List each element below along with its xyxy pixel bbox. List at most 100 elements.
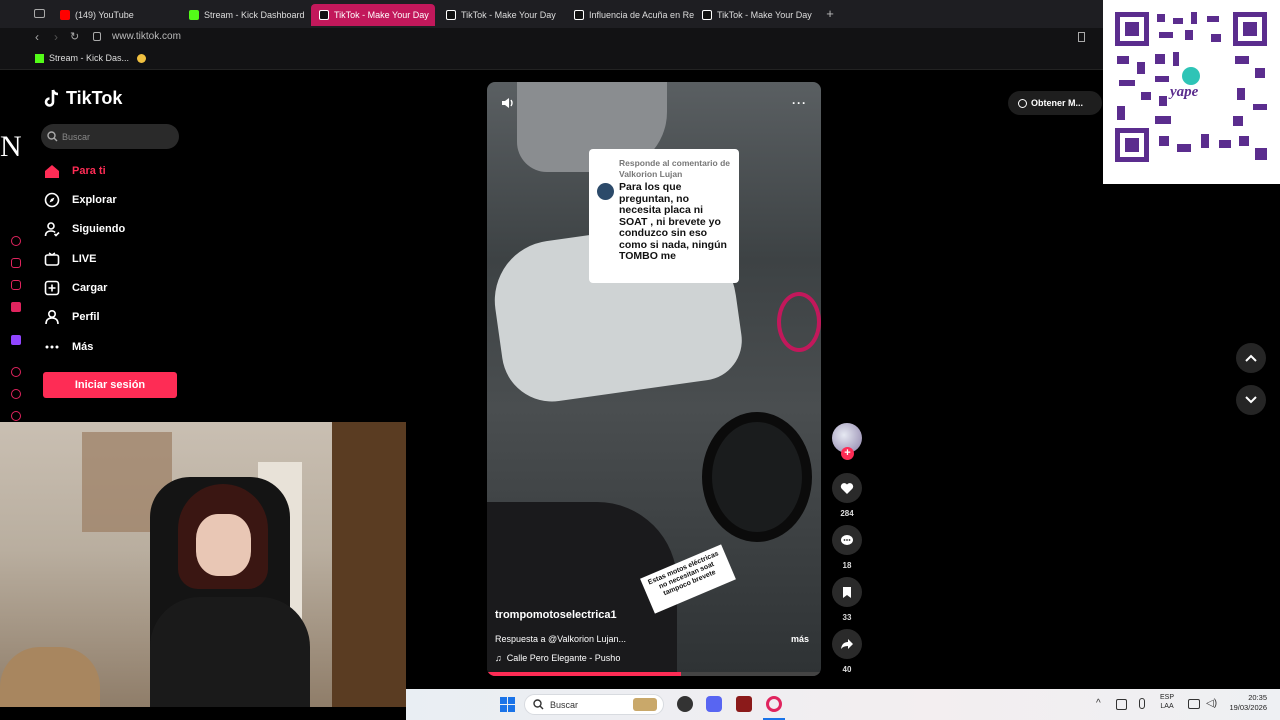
sidebar-app-icon[interactable] xyxy=(11,280,21,290)
discord-icon[interactable] xyxy=(706,696,722,712)
door-shape xyxy=(332,422,406,707)
nav-cargar[interactable]: Cargar xyxy=(44,277,107,299)
bookmark-icon[interactable] xyxy=(137,54,146,63)
microphone-icon[interactable] xyxy=(1139,698,1145,709)
save-button[interactable] xyxy=(832,577,862,607)
history-icon[interactable] xyxy=(11,389,21,399)
comment-header: Responde al comentario de Valkorion Luja… xyxy=(619,158,730,179)
tray-chevron-icon[interactable]: ^ xyxy=(1096,698,1101,709)
video-username[interactable]: trompomotoselectrica1 xyxy=(495,609,617,621)
nav-live[interactable]: LIVE xyxy=(44,248,96,270)
login-button[interactable]: Iniciar sesión xyxy=(43,372,177,398)
webcam-overlay xyxy=(0,422,406,707)
more-icon xyxy=(44,339,60,355)
comment-count: 18 xyxy=(842,561,852,570)
tab-kick[interactable]: Stream - Kick Dashboard xyxy=(181,4,309,26)
qr-overlay: yape xyxy=(1103,0,1280,184)
taskbar-search[interactable]: Buscar xyxy=(524,694,664,715)
tab-tiktok-active[interactable]: TikTok - Make Your Day xyxy=(311,4,435,26)
tab-overview-icon[interactable] xyxy=(34,9,45,18)
tiktok-icon xyxy=(446,10,456,20)
progress-fill xyxy=(487,672,681,676)
tab-influencia[interactable]: Influencia de Acuña en Re xyxy=(566,4,694,26)
live-icon xyxy=(44,251,60,267)
previous-video-button[interactable] xyxy=(1236,343,1266,373)
like-button[interactable] xyxy=(832,473,862,503)
address-bar: ‹ › ↻ www.tiktok.com xyxy=(0,28,1280,48)
profile-icon xyxy=(44,309,60,325)
body-shape xyxy=(150,597,310,707)
upload-icon xyxy=(44,280,60,296)
sidebar-app-icon[interactable] xyxy=(11,236,21,246)
bookmark-icon xyxy=(843,586,851,598)
video-options-icon[interactable]: ··· xyxy=(792,96,807,110)
pin-icon[interactable] xyxy=(1078,32,1085,42)
comment-icon xyxy=(841,534,853,545)
url-field[interactable]: www.tiktok.com xyxy=(112,31,181,42)
nav-perfil[interactable]: Perfil xyxy=(44,306,100,328)
follow-button[interactable]: + xyxy=(841,447,854,460)
nav-siguiendo[interactable]: Siguiendo xyxy=(44,218,125,240)
opera-gx-icon[interactable] xyxy=(766,696,782,712)
volume-tray-icon[interactable]: ◁) xyxy=(1206,698,1217,709)
nav-para-ti[interactable]: Para ti xyxy=(44,160,106,182)
youtube-icon xyxy=(60,10,70,20)
forward-icon[interactable]: › xyxy=(54,30,58,44)
lock-icon xyxy=(93,32,101,41)
video-caption: Respuesta a @Valkorion Lujan... xyxy=(495,634,627,644)
bookmark-kick[interactable]: Stream - Kick Das... xyxy=(35,53,129,63)
tab-bar: (149) YouTube Stream - Kick Dashboard Ti… xyxy=(0,0,1280,28)
nav-explorar[interactable]: Explorar xyxy=(44,189,117,211)
back-icon[interactable]: ‹ xyxy=(35,30,39,44)
progress-track[interactable] xyxy=(487,672,821,676)
comment-text: Para los que preguntan, no necesita plac… xyxy=(619,181,727,262)
player-icon[interactable] xyxy=(11,367,21,377)
comment-button[interactable] xyxy=(832,525,862,555)
twitch-icon[interactable] xyxy=(11,335,21,345)
search-input[interactable]: Buscar xyxy=(62,132,90,142)
get-app-button[interactable]: Obtener M... xyxy=(1008,91,1102,115)
app-icon xyxy=(1018,98,1027,108)
caption-more-link[interactable]: más xyxy=(791,634,809,644)
tab-tiktok[interactable]: TikTok - Make Your Day xyxy=(694,4,822,26)
tray-app-icon[interactable] xyxy=(1116,699,1127,710)
search-bar[interactable]: Buscar xyxy=(41,124,179,149)
network-icon[interactable] xyxy=(1188,699,1200,709)
settings-icon[interactable] xyxy=(11,411,21,421)
heart-icon xyxy=(840,482,854,494)
tiktok-icon xyxy=(574,10,584,20)
like-count: 284 xyxy=(840,509,854,518)
volume-icon[interactable] xyxy=(501,96,515,108)
reload-icon[interactable]: ↻ xyxy=(70,30,79,43)
clock[interactable]: 20:35 19/03/2026 xyxy=(1223,693,1267,713)
stream-overlay-letter: N xyxy=(0,130,22,163)
search-icon xyxy=(47,131,58,142)
share-icon xyxy=(841,639,853,649)
share-count: 40 xyxy=(842,665,852,674)
comment-reply-card: Responde al comentario de Valkorion Luja… xyxy=(589,149,739,283)
music-note-icon: ♫ xyxy=(495,653,502,663)
search-icon xyxy=(533,699,544,710)
dog-shape xyxy=(0,647,100,707)
following-icon xyxy=(44,221,60,237)
app-icon[interactable] xyxy=(736,696,752,712)
video-player[interactable]: ··· Responde al comentario de Valkorion … xyxy=(487,82,821,676)
tab-youtube[interactable]: (149) YouTube xyxy=(52,4,180,26)
new-tab-button[interactable]: + xyxy=(823,7,837,21)
chevron-down-icon xyxy=(1245,396,1257,404)
tiktok-logo[interactable]: TikTok xyxy=(44,88,122,109)
search-highlight-icon xyxy=(633,698,657,711)
nav-mas[interactable]: Más xyxy=(44,336,93,358)
next-video-button[interactable] xyxy=(1236,385,1266,415)
tiktok-icon xyxy=(319,10,329,20)
share-button[interactable] xyxy=(832,629,862,659)
obs-icon[interactable] xyxy=(677,696,693,712)
tab-tiktok[interactable]: TikTok - Make Your Day xyxy=(438,4,566,26)
windows-start-icon[interactable] xyxy=(500,697,515,712)
video-sound[interactable]: ♫ Calle Pero Elegante - Pusho xyxy=(495,653,620,663)
sidebar-app-icon[interactable] xyxy=(11,258,21,268)
language-indicator[interactable]: ESP LAA xyxy=(1160,693,1174,711)
sidebar-app-icon[interactable] xyxy=(11,302,21,312)
save-count: 33 xyxy=(842,613,852,622)
kick-icon xyxy=(35,53,44,63)
